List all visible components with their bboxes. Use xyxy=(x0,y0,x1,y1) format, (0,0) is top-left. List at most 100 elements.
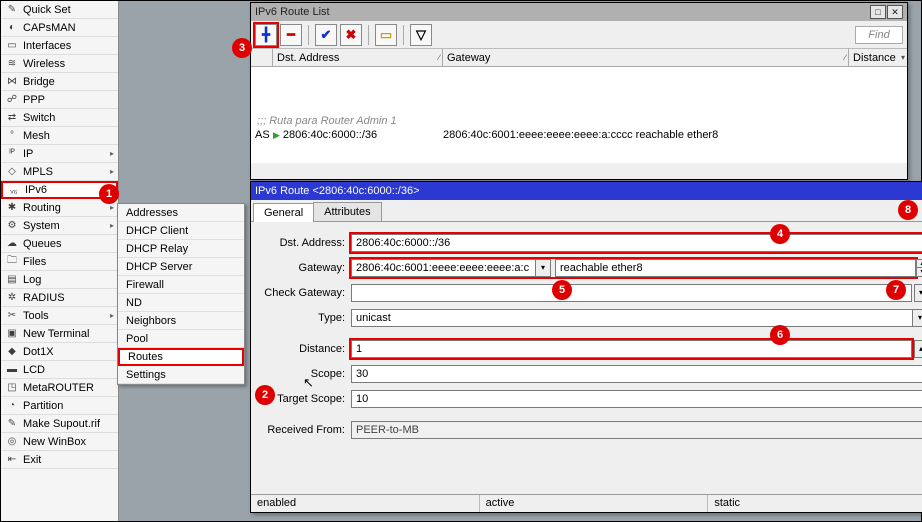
badge-2: 2 xyxy=(255,385,275,405)
sb-exit[interactable]: ⇤Exit xyxy=(1,451,118,469)
sb-partition[interactable]: ◔Partition xyxy=(1,397,118,415)
sm-routes[interactable]: Routes xyxy=(118,348,244,366)
sm-dhcp-server[interactable]: DHCP Server xyxy=(118,258,244,276)
sb-lcd[interactable]: ▬LCD xyxy=(1,361,118,379)
system-icon: ⚙ xyxy=(5,219,19,233)
sm-dhcp-client[interactable]: DHCP Client xyxy=(118,222,244,240)
table-row[interactable]: AS ▶2806:40c:6000::/36 2806:40c:6001:eee… xyxy=(251,127,907,143)
route-grid[interactable]: ;;; Ruta para Router Admin 1 AS ▶2806:40… xyxy=(251,67,907,163)
meta-icon: ◳ xyxy=(5,381,19,395)
type-input[interactable] xyxy=(351,309,912,327)
sm-firewall[interactable]: Firewall xyxy=(118,276,244,294)
label-recv: Received From: xyxy=(259,424,351,436)
gw-cell: 2806:40c:6001:eeee:eeee:eeee:a:cccc reac… xyxy=(443,129,849,141)
label-chk: Check Gateway: xyxy=(259,287,351,299)
sb-newwinbox[interactable]: ◎New WinBox xyxy=(1,433,118,451)
sb-switch[interactable]: ⇄Switch xyxy=(1,109,118,127)
gateway-via-input[interactable] xyxy=(555,259,916,277)
sm-nd[interactable]: ND xyxy=(118,294,244,312)
col-gw[interactable]: Gateway∕ xyxy=(443,49,849,66)
chevron-right-icon: ▸ xyxy=(110,203,114,212)
label-type: Type: xyxy=(259,312,351,324)
chevron-up-icon[interactable]: ▴ xyxy=(914,340,922,358)
sb-mpls[interactable]: ◇MPLS▸ xyxy=(1,163,118,181)
col-dist[interactable]: Distance▾ xyxy=(849,49,907,66)
badge-8: 8 xyxy=(898,200,918,220)
label-dst: Dst. Address: xyxy=(259,237,351,249)
close-icon[interactable]: ✕ xyxy=(887,5,903,19)
col-dst[interactable]: Dst. Address∕ xyxy=(273,49,443,66)
chevron-down-icon[interactable]: ▾ xyxy=(914,284,922,302)
add-button[interactable]: ╋ xyxy=(255,24,277,46)
titlebar[interactable]: IPv6 Route <2806:40c:6000::/36> □ ✕ xyxy=(251,182,922,200)
sb-supout[interactable]: ✎Make Supout.rif xyxy=(1,415,118,433)
wand-icon: ✎ xyxy=(5,3,19,17)
scope-input[interactable] xyxy=(351,365,922,383)
maximize-icon[interactable]: □ xyxy=(870,5,886,19)
badge-3: 3 xyxy=(232,38,252,58)
sb-metarouter[interactable]: ◳MetaROUTER xyxy=(1,379,118,397)
distance-input[interactable] xyxy=(351,340,912,358)
sb-tools[interactable]: ✂Tools▸ xyxy=(1,307,118,325)
enable-button[interactable]: ✔ xyxy=(315,24,337,46)
sb-mesh[interactable]: °Mesh xyxy=(1,127,118,145)
sb-routing[interactable]: ✱Routing▸ xyxy=(1,199,118,217)
sb-capsman[interactable]: ◐CAPsMAN xyxy=(1,19,118,37)
separator xyxy=(368,25,369,45)
ip-icon: ᴵᴾ xyxy=(5,147,19,161)
gateway-spinner[interactable]: ▴▾ xyxy=(916,259,922,277)
tab-general[interactable]: General xyxy=(253,203,314,222)
filter-button[interactable]: ▽ xyxy=(410,24,432,46)
sb-quickset[interactable]: ✎Quick Set xyxy=(1,1,118,19)
col-flag[interactable] xyxy=(251,49,273,66)
sb-files[interactable]: 🗀Files xyxy=(1,253,118,271)
separator xyxy=(403,25,404,45)
label-scope: Scope: xyxy=(259,368,351,380)
sb-ip[interactable]: ᴵᴾIP▸ xyxy=(1,145,118,163)
target-scope-input[interactable] xyxy=(351,390,922,408)
tab-attributes[interactable]: Attributes xyxy=(313,202,381,221)
flag-cell: AS xyxy=(251,129,273,141)
dst-address-input[interactable] xyxy=(351,234,922,252)
sb-dot1x[interactable]: ◆Dot1X xyxy=(1,343,118,361)
sb-interfaces[interactable]: ▭Interfaces xyxy=(1,37,118,55)
gateway-input[interactable] xyxy=(351,259,535,277)
sm-addresses[interactable]: Addresses xyxy=(118,204,244,222)
sm-pool[interactable]: Pool xyxy=(118,330,244,348)
chevron-right-icon: ▸ xyxy=(110,221,114,230)
find-input[interactable]: Find xyxy=(855,26,903,44)
titlebar[interactable]: IPv6 Route List □ ✕ xyxy=(251,3,907,21)
sb-log[interactable]: ▤Log xyxy=(1,271,118,289)
sb-system[interactable]: ⚙System▸ xyxy=(1,217,118,235)
type-combo[interactable]: ▾ xyxy=(351,309,922,327)
sb-bridge[interactable]: ⋈Bridge xyxy=(1,73,118,91)
label-dist: Distance: xyxy=(259,343,351,355)
gateway-combo[interactable]: ▾ xyxy=(351,259,551,277)
window-route-detail: IPv6 Route <2806:40c:6000::/36> □ ✕ Gene… xyxy=(250,181,922,513)
status-static: static xyxy=(708,495,922,512)
sb-radius[interactable]: ✲RADIUS xyxy=(1,289,118,307)
label-gw: Gateway: xyxy=(259,262,351,274)
bridge-icon: ⋈ xyxy=(5,75,19,89)
sb-queues[interactable]: ☁Queues xyxy=(1,235,118,253)
disable-button[interactable]: ✖ xyxy=(340,24,362,46)
sm-neighbors[interactable]: Neighbors xyxy=(118,312,244,330)
dst-cell: ▶2806:40c:6000::/36 xyxy=(273,129,443,141)
log-icon: ▤ xyxy=(5,273,19,287)
ipv6-submenu: Addresses DHCP Client DHCP Relay DHCP Se… xyxy=(117,203,245,385)
sb-wireless[interactable]: ≋Wireless xyxy=(1,55,118,73)
comment-button[interactable]: ▭ xyxy=(375,24,397,46)
ipv6-icon: ᵥ₆ xyxy=(7,183,21,197)
grid-header: Dst. Address∕ Gateway∕ Distance▾ xyxy=(251,49,907,67)
chevron-down-icon[interactable]: ▾ xyxy=(535,259,551,277)
check-gateway-input[interactable] xyxy=(351,284,912,302)
remove-button[interactable]: ━ xyxy=(280,24,302,46)
sm-settings[interactable]: Settings xyxy=(118,366,244,384)
sm-dhcp-relay[interactable]: DHCP Relay xyxy=(118,240,244,258)
window-title: IPv6 Route <2806:40c:6000::/36> xyxy=(255,185,420,197)
sb-ppp[interactable]: ☍PPP xyxy=(1,91,118,109)
sb-newterminal[interactable]: ▣New Terminal xyxy=(1,325,118,343)
chevron-down-icon[interactable]: ▾ xyxy=(912,309,922,327)
badge-6: 6 xyxy=(770,325,790,345)
badge-5: 5 xyxy=(552,280,572,300)
